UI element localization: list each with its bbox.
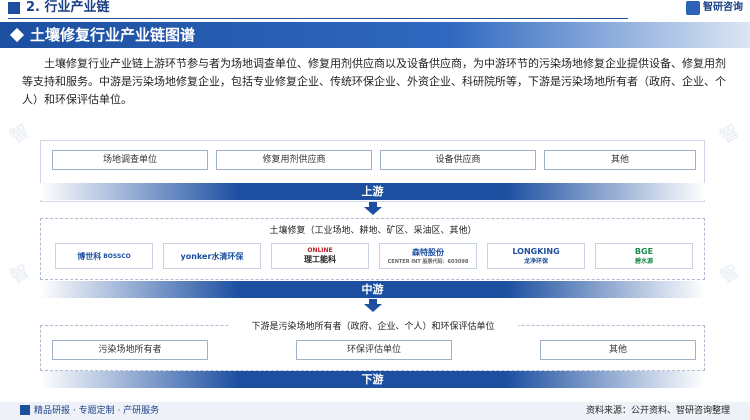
upstream-item: 其他 [544,150,696,170]
upstream-item: 设备供应商 [380,150,536,170]
downstream-item: 污染场地所有者 [52,340,208,360]
company-sub: ONLINE [307,247,333,254]
downstream-title: 下游是污染场地所有者（政府、企业、个人）和环保评估单位 [228,319,518,332]
header-divider [8,18,628,19]
brand-mini-icon [20,405,30,415]
company-logo-longking: LONGKING 龙净环保 [487,243,585,269]
intro-paragraph: 土壤修复行业产业链上游环节参与者为场地调查单位、修复用剂供应商以及设备供应商，为… [22,57,726,106]
company-name: 森特股份 [412,248,444,257]
arrow-down-icon [364,304,382,312]
footer-source: 资料来源：公开资料、智研咨询整理 [585,406,730,416]
upstream-item: 修复用剂供应商 [216,150,372,170]
watermark: 智 [716,120,743,148]
downstream-item: 其他 [540,340,696,360]
company-name: 理工能科 [304,255,336,264]
company-logo-bossco: 博世科 BOSSCO [55,243,153,269]
company-logo-center: 森特股份 CENTER INT 股票代码：603098 [379,243,477,269]
downstream-item: 环保评估单位 [296,340,452,360]
company-logo-yonker: yonker水清环保 [163,243,261,269]
watermark: 智 [6,120,33,148]
company-logo-bge: BGE 碧水源 [595,243,693,269]
brand-name: 智研咨询 [703,2,743,13]
company-name: LONGKING [512,247,560,256]
page-title: 土壤修复行业产业链图谱 [30,26,196,44]
company-name: 博世科 [77,251,102,261]
company-name: BGE [634,247,654,256]
downstream-label: 下游 [40,371,705,388]
company-sub: CENTER INT 股票代码：603098 [387,259,469,265]
company-sub: 龙净环保 [523,258,548,265]
upstream-label: 上游 [40,183,705,200]
company-name: yonker水清环保 [180,251,244,261]
watermark: 智 [6,260,33,288]
company-sub: 碧水源 [634,258,653,265]
section-marker [8,2,20,14]
midstream-label: 中游 [40,281,705,298]
watermark: 智 [716,260,743,288]
company-sub: BOSSCO [103,252,131,260]
midstream-title: 土壤修复（工业场地、耕地、矿区、采油区、其他） [258,223,488,236]
upstream-item: 场地调查单位 [52,150,208,170]
company-logo-online: ONLINE 理工能科 [271,243,369,269]
brand-logo-icon [686,1,700,15]
footer-slogan: 精品研报 · 专题定制 · 产研服务 [34,406,160,416]
section-title: 2. 行业产业链 [26,0,110,15]
arrow-down-icon [364,207,382,215]
